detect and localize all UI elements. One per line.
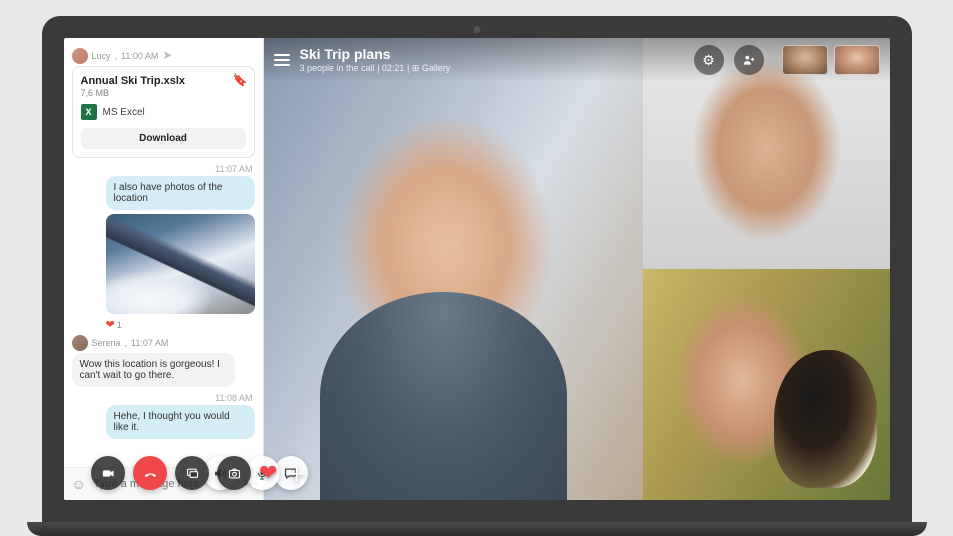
message-meta: Lucy, 11:00 AM ➤ [72, 48, 255, 64]
file-attachment-card[interactable]: 🔖 Annual Ski Trip.xslx 7,6 MB X MS Excel… [72, 66, 255, 158]
file-type-label: MS Excel [103, 107, 145, 118]
add-person-icon [742, 53, 756, 67]
file-title: Annual Ski Trip.xslx [81, 75, 246, 87]
call-pane: Ski Trip plans 3 people in the call | 02… [264, 38, 890, 500]
chat-scroll[interactable]: Lucy, 11:00 AM ➤ 🔖 Annual Ski Trip.xslx … [64, 38, 263, 467]
reaction-heart-button[interactable]: ❤ [259, 460, 277, 486]
menu-icon[interactable] [274, 54, 290, 66]
message-time: 11:00 AM [121, 51, 158, 61]
gear-icon: ⚙ [702, 52, 715, 69]
bookmark-icon[interactable]: 🔖 [233, 73, 248, 87]
outgoing-message[interactable]: Hehe, I thought you would like it. [106, 405, 255, 439]
app-screen: Lucy, 11:00 AM ➤ 🔖 Annual Ski Trip.xslx … [64, 38, 890, 500]
video-tile-main[interactable] [264, 38, 643, 500]
heart-icon: ❤ [106, 318, 115, 331]
add-button[interactable]: ＋ [285, 457, 307, 489]
laptop-base [27, 522, 927, 536]
reaction-count: 1 [117, 320, 122, 330]
download-button[interactable]: Download [81, 128, 246, 149]
incoming-message[interactable]: Wow this location is gorgeous! I can't w… [72, 353, 235, 387]
settings-button[interactable]: ⚙ [694, 45, 724, 75]
camera-button[interactable] [91, 456, 125, 490]
call-header: Ski Trip plans 3 people in the call | 02… [264, 38, 890, 82]
message-time: 11:07 AM [131, 338, 168, 348]
avatar [72, 335, 88, 351]
call-controls: ❤ ＋ [264, 456, 318, 490]
pip-thumbnail[interactable] [834, 45, 880, 75]
share-screen-button[interactable] [175, 456, 209, 490]
timestamp: 11:07 AM [74, 164, 253, 174]
message-meta: Serena, 11:07 AM [72, 335, 255, 351]
video-grid [264, 38, 890, 500]
emoji-icon[interactable]: ☺ [72, 476, 86, 492]
camera-dot [473, 26, 480, 33]
call-subtitle: 3 people in the call | 02:21 | ⊞ Gallery [300, 63, 451, 74]
pip-thumbnail[interactable] [782, 45, 828, 75]
add-person-button[interactable] [734, 45, 764, 75]
screen-bezel: Lucy, 11:00 AM ➤ 🔖 Annual Ski Trip.xslx … [42, 16, 912, 522]
camera-icon [101, 466, 116, 481]
laptop-frame: Lucy, 11:00 AM ➤ 🔖 Annual Ski Trip.xslx … [42, 16, 912, 536]
pip-thumbnails [782, 45, 880, 75]
send-indicator-icon: ➤ [162, 48, 172, 62]
excel-icon: X [81, 104, 97, 120]
avatar [72, 48, 88, 64]
call-title: Ski Trip plans [300, 46, 451, 62]
reaction-row[interactable]: ❤ 1 [106, 318, 255, 331]
file-size: 7,6 MB [81, 88, 246, 98]
sender-name: Lucy [92, 51, 111, 61]
share-screen-icon [185, 466, 200, 481]
outgoing-message[interactable]: I also have photos of the location [106, 176, 255, 210]
timestamp: 11:08 AM [74, 393, 253, 403]
hangup-icon [143, 466, 158, 481]
photo-attachment[interactable] [106, 214, 255, 314]
sender-name: Serena [92, 338, 121, 348]
video-tile[interactable] [643, 269, 890, 500]
camera-snapshot-icon [227, 466, 242, 481]
end-call-button[interactable] [133, 456, 167, 490]
chat-pane: Lucy, 11:00 AM ➤ 🔖 Annual Ski Trip.xslx … [64, 38, 264, 500]
snapshot-button[interactable] [217, 456, 251, 490]
